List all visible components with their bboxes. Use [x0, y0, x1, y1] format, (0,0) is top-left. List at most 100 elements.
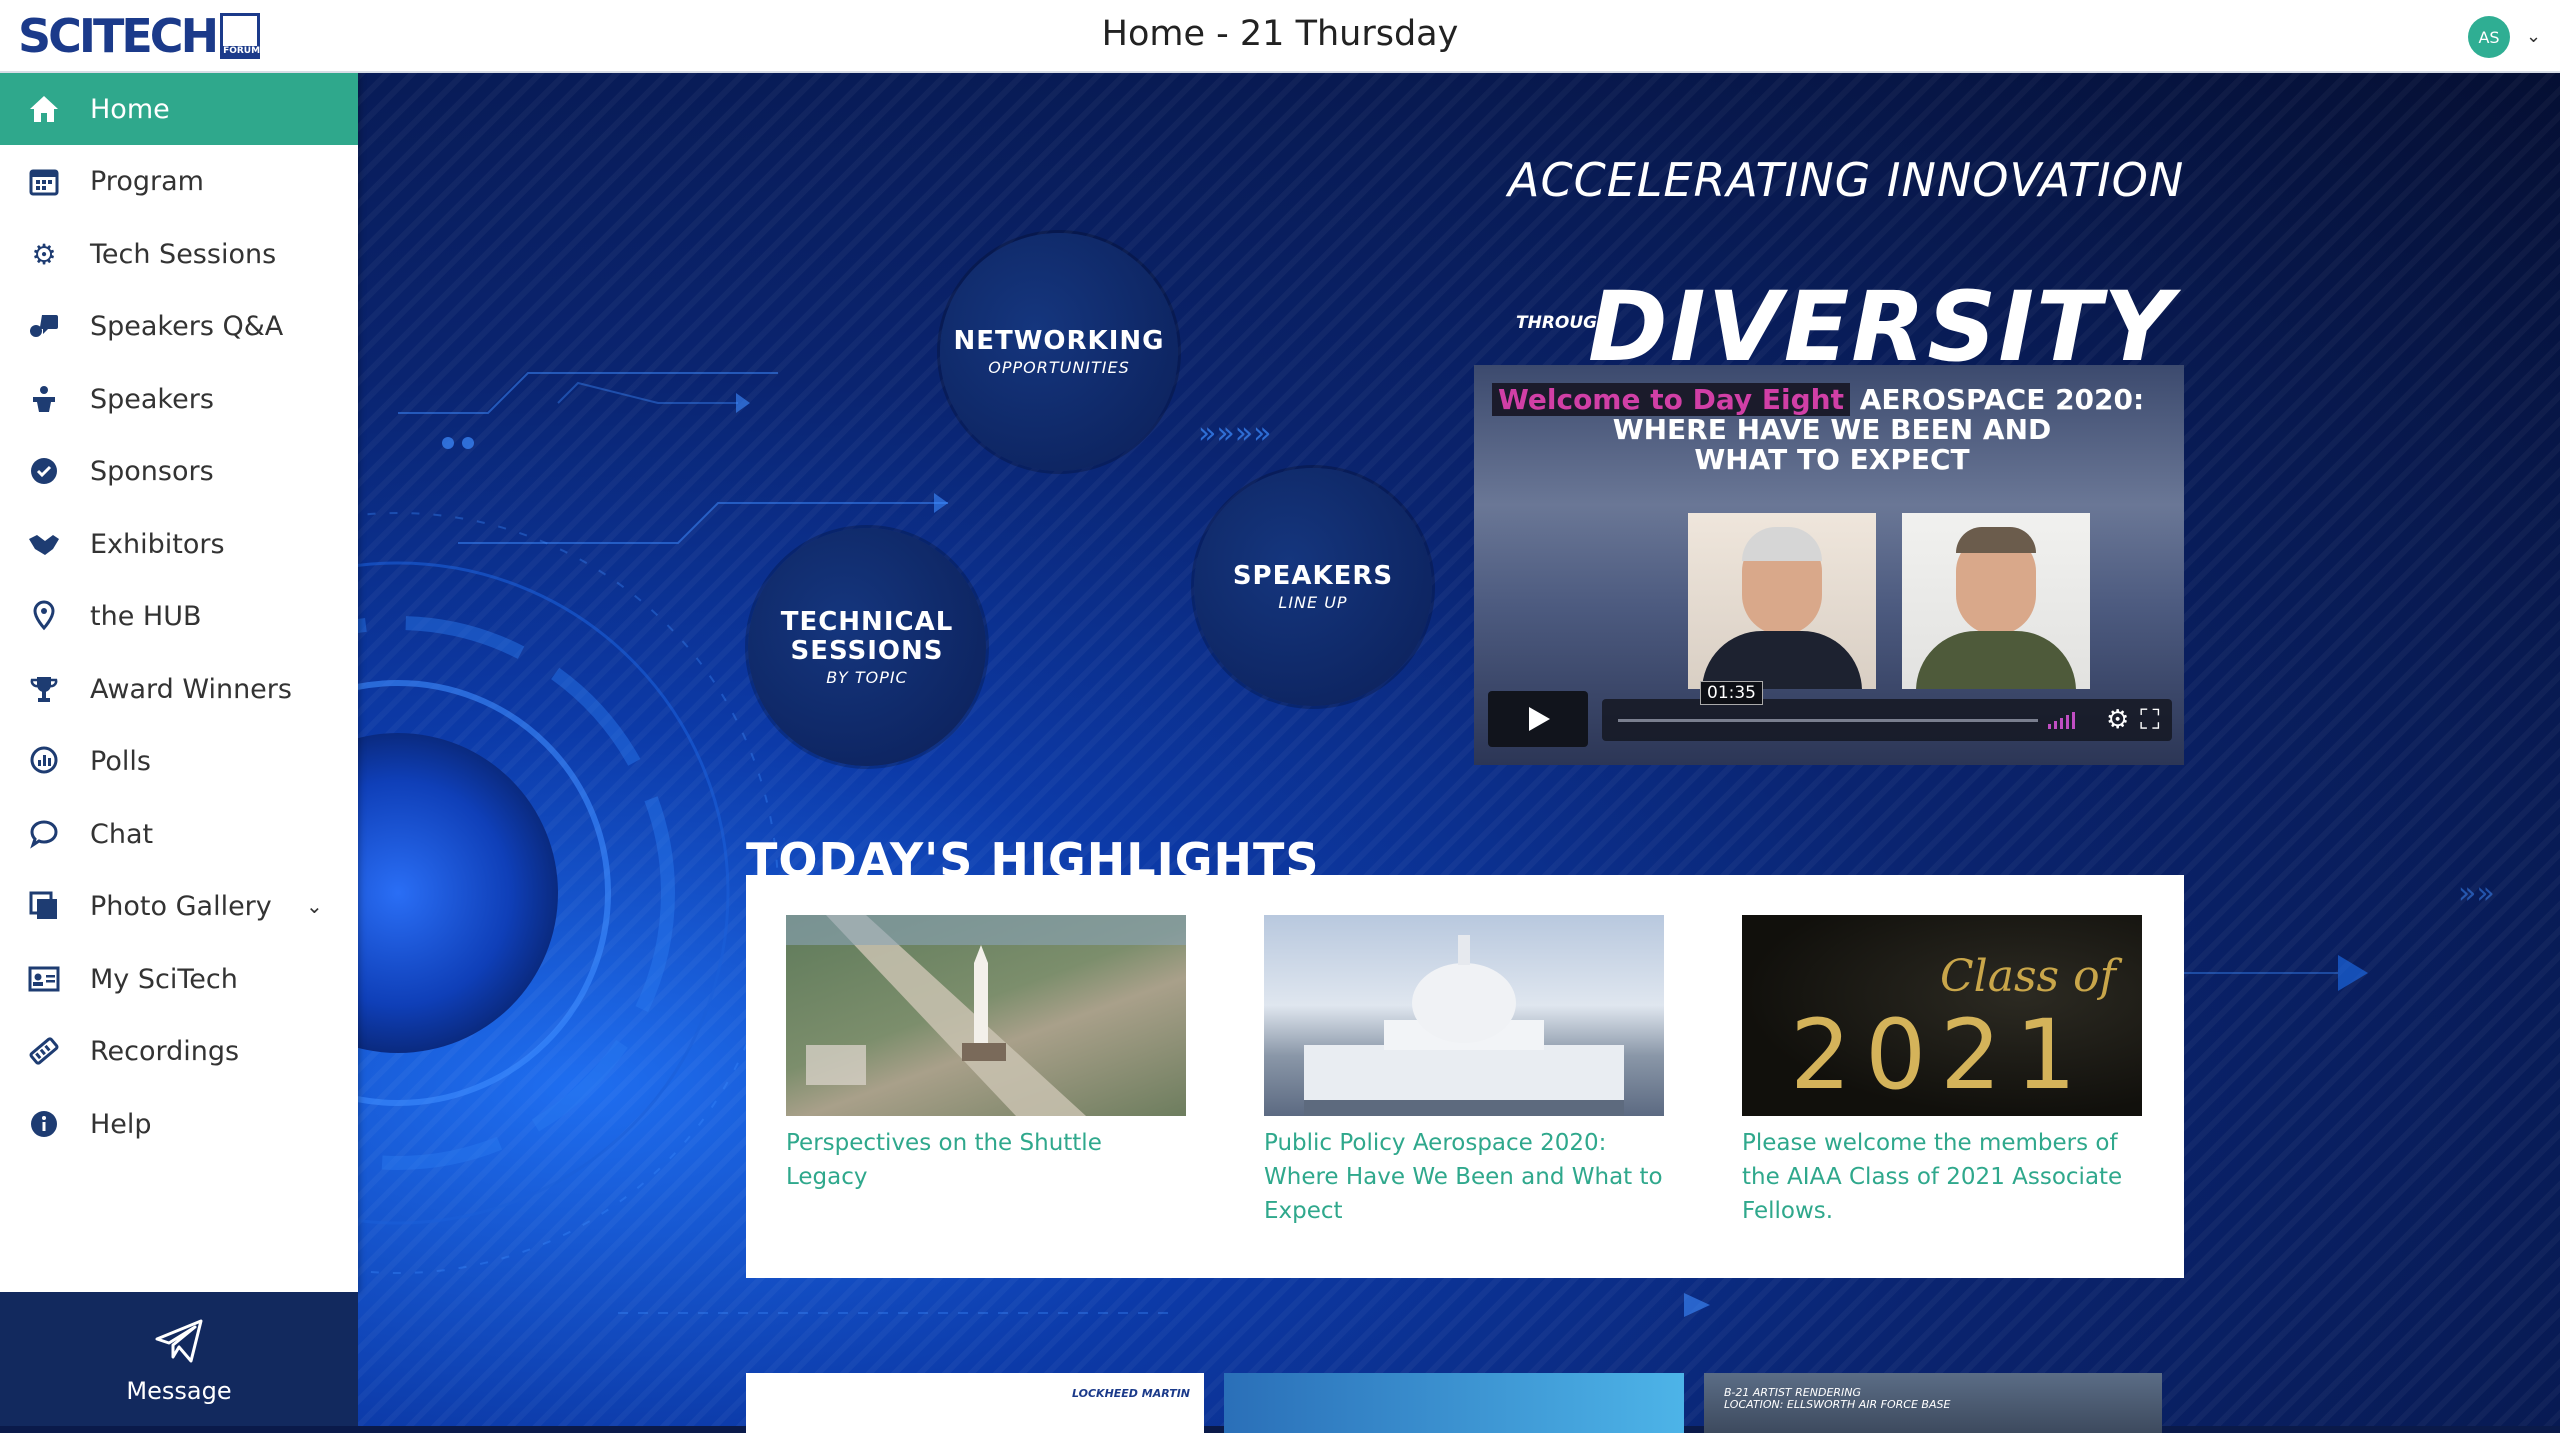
chat-gear-icon	[26, 308, 62, 344]
message-label: Message	[126, 1377, 232, 1405]
sidebar-item-chat[interactable]: Chat	[0, 798, 358, 870]
video-controls: 01:35 ⚙ ⛶	[1488, 681, 2172, 747]
video-headline-line2: WHERE HAVE WE BEEN AND	[1612, 413, 2052, 446]
sidebar-item-speakers-qa[interactable]: Speakers Q&A	[0, 290, 358, 362]
speakers-bubble[interactable]: SPEAKERS LINE UP	[1194, 468, 1432, 706]
svg-text:»»: »»	[2458, 876, 2495, 911]
speaker-photo	[1902, 513, 2090, 689]
sidebar-item-label: Chat	[90, 818, 154, 850]
video-time: 01:35	[1700, 681, 1763, 705]
sponsor-ad-lockheed[interactable]: LOCKHEED MARTIN	[746, 1373, 1204, 1433]
highlight-item-class-2021[interactable]: Class of 2021 Please welcome the members…	[1742, 915, 2142, 1228]
video-welcome: Welcome to Day Eight	[1492, 383, 1850, 416]
chevron-down-icon[interactable]: ⌄	[2526, 26, 2541, 47]
avatar[interactable]: AS	[2468, 16, 2510, 58]
video-track[interactable]	[1618, 719, 2038, 722]
highlight-item-public-policy[interactable]: Public Policy Aerospace 2020: Where Have…	[1264, 915, 1664, 1228]
class-year: 2021	[1790, 999, 2091, 1111]
hero-banner: »»»» »» ACCELERATING INNOVATION THROUGH …	[358, 73, 2560, 1426]
highlights-card: Perspectives on the Shuttle Legacy Publi…	[746, 875, 2184, 1278]
highlight-caption: Perspectives on the Shuttle Legacy	[786, 1130, 1102, 1190]
sponsor-ad[interactable]	[1224, 1373, 1684, 1433]
gallery-icon	[26, 888, 62, 924]
highlight-item-shuttle[interactable]: Perspectives on the Shuttle Legacy	[786, 915, 1186, 1194]
sidebar-item-label: Speakers Q&A	[90, 310, 284, 342]
home-icon	[26, 91, 62, 127]
id-card-icon	[26, 961, 62, 997]
badge-check-icon	[26, 453, 62, 489]
sidebar-item-speakers[interactable]: Speakers	[0, 363, 358, 435]
gears-icon: ⚙	[31, 237, 57, 271]
svg-text:»»»»: »»»»	[1198, 416, 1271, 451]
bubble-title: TECHNICAL SESSIONS	[780, 606, 954, 666]
trophy-icon	[26, 671, 62, 707]
video-headline-part: AEROSPACE 2020:	[1859, 383, 2145, 416]
fullscreen-icon[interactable]: ⛶	[2140, 703, 2160, 737]
top-bar: SCITECH FORUM Home - 21 Thursday AS ⌄	[0, 0, 2560, 73]
sidebar-item-program[interactable]: Program	[0, 145, 358, 217]
technical-sessions-bubble[interactable]: TECHNICAL SESSIONS BY TOPIC	[748, 528, 986, 766]
bubble-title: NETWORKING	[953, 326, 1165, 356]
sidebar-item-polls[interactable]: Polls	[0, 725, 358, 797]
sidebar-item-the-hub[interactable]: the HUB	[0, 580, 358, 652]
gear-icon[interactable]: ⚙	[2106, 705, 2129, 735]
class-of-2021-image: Class of 2021	[1742, 915, 2142, 1116]
sidebar-item-sponsors[interactable]: Sponsors	[0, 435, 358, 507]
sidebar-item-tech-sessions[interactable]: ⚙ Tech Sessions	[0, 218, 358, 290]
bubble-subtitle: OPPORTUNITIES	[988, 358, 1130, 377]
sidebar-item-label: Award Winners	[90, 673, 292, 705]
info-icon	[26, 1106, 62, 1142]
sidebar-item-label: Recordings	[90, 1035, 240, 1067]
bubble-title: SPEAKERS	[1232, 561, 1394, 591]
video-headline: Welcome to Day Eight AEROSPACE 2020: WHE…	[1492, 383, 2172, 476]
sidebar-item-exhibitors[interactable]: Exhibitors	[0, 508, 358, 580]
capitol-image	[1264, 915, 1664, 1116]
calendar-icon	[26, 163, 62, 199]
sidebar-item-home[interactable]: Home	[0, 73, 358, 145]
paper-plane-icon	[155, 1319, 203, 1363]
chevron-down-icon[interactable]: ⌄	[306, 894, 323, 918]
tagline-line1: ACCELERATING INNOVATION	[1508, 153, 2185, 207]
sidebar-item-my-scitech[interactable]: My SciTech	[0, 943, 358, 1015]
class-label: Class of	[1940, 951, 2116, 1002]
highlight-caption: Please welcome the members of the AIAA C…	[1742, 1130, 2123, 1224]
play-icon	[1529, 707, 1550, 731]
tagline: ACCELERATING INNOVATION THROUGH DIVERSIT…	[1508, 153, 2408, 383]
bubble-subtitle: LINE UP	[1278, 593, 1348, 612]
video-headline-line3: WHAT TO EXPECT	[1694, 443, 1970, 476]
sidebar-item-label: the HUB	[90, 600, 202, 632]
sidebar-item-award-winners[interactable]: Award Winners	[0, 653, 358, 725]
sidebar-item-label: Home	[90, 93, 170, 125]
sidebar-item-label: Photo Gallery	[90, 890, 272, 922]
message-button[interactable]: Message	[0, 1292, 358, 1426]
sponsor-ad-b21[interactable]: B-21 ARTIST RENDERING LOCATION: ELLSWORTH…	[1704, 1373, 2162, 1433]
sidebar: Home Program ⚙ Tech Sessions Speakers Q&…	[0, 73, 358, 1293]
sidebar-item-label: Program	[90, 165, 204, 197]
sidebar-item-label: Sponsors	[90, 455, 214, 487]
bubble-subtitle: BY TOPIC	[826, 667, 908, 687]
networking-bubble[interactable]: NETWORKING OPPORTUNITIES	[940, 233, 1178, 471]
ad-text: LOCKHEED MARTIN	[1072, 1387, 1190, 1400]
sidebar-item-label: Speakers	[90, 383, 214, 415]
play-button[interactable]	[1488, 691, 1588, 747]
podium-icon	[26, 381, 62, 417]
video-player[interactable]: Welcome to Day Eight AEROSPACE 2020: WHE…	[1474, 365, 2184, 765]
video-progress-bar[interactable]: 01:35 ⚙ ⛶	[1602, 681, 2172, 741]
shuttle-image	[786, 915, 1186, 1116]
page-title: Home - 21 Thursday	[1101, 14, 1459, 54]
sidebar-item-help[interactable]: Help	[0, 1088, 358, 1160]
sidebar-item-photo-gallery[interactable]: Photo Gallery ⌄	[0, 870, 358, 942]
sidebar-item-label: Help	[90, 1108, 152, 1140]
chat-icon	[26, 816, 62, 852]
ad-text: B-21 ARTIST RENDERING LOCATION: ELLSWORTH…	[1724, 1386, 1951, 1411]
map-pin-icon	[26, 598, 62, 634]
handshake-icon	[26, 526, 62, 562]
sidebar-item-label: Tech Sessions	[90, 238, 277, 270]
sidebar-item-recordings[interactable]: Recordings	[0, 1015, 358, 1087]
speaker-photo	[1688, 513, 1876, 689]
sidebar-item-label: Polls	[90, 745, 151, 777]
poll-icon	[26, 743, 62, 779]
highlight-caption: Public Policy Aerospace 2020: Where Have…	[1264, 1130, 1663, 1224]
sidebar-item-label: My SciTech	[90, 963, 238, 995]
volume-icon[interactable]	[2048, 711, 2075, 729]
